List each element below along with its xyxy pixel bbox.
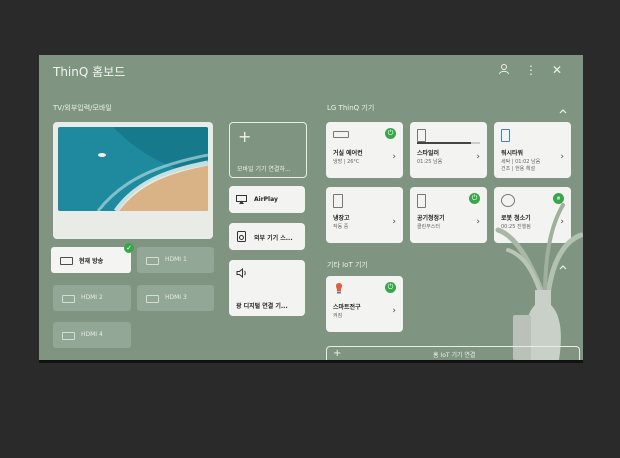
close-icon[interactable]: ✕ [550, 63, 564, 77]
hdmi-icon [62, 332, 75, 340]
device-status: 세탁 | 01:02 남음 [501, 159, 541, 165]
hdmi-icon [146, 295, 159, 303]
power-icon[interactable]: ⏻ [385, 282, 396, 293]
bulb-icon [335, 283, 343, 294]
source-current-broadcast[interactable]: 현재 방송 ✓ [51, 243, 134, 273]
device-status: 냉방 | 26°C [333, 159, 360, 165]
source-label: HDMI 4 [81, 331, 103, 338]
collapse-lg-icon[interactable] [559, 108, 567, 114]
speaker-icon [237, 231, 246, 242]
air-purifier-icon [417, 194, 426, 208]
device-status: 켜짐 [333, 313, 343, 319]
device-name: 스타일러 [417, 150, 440, 157]
device-card-aircon[interactable]: ⏻ 거실 에어컨 냉방 | 26°C › [326, 122, 403, 178]
power-icon[interactable]: ⏻ [469, 193, 480, 204]
source-label: HDMI 1 [165, 256, 187, 263]
airplay-icon [236, 195, 247, 204]
add-icon: + [238, 127, 252, 146]
device-name: 공기청정기 [417, 215, 445, 222]
device-card-washtower[interactable]: 워시타워 세탁 | 01:02 남음 건조 | 헌용 헤설 › [494, 122, 571, 178]
tv-icon [60, 257, 73, 265]
device-status: 작동 중 [333, 224, 349, 230]
airplay-button[interactable]: AirPlay [229, 186, 305, 213]
device-card-air-purifier[interactable]: ⏻ 공기청정기 클린부스터 › [410, 187, 487, 243]
source-hdmi1[interactable]: HDMI 1 [137, 247, 214, 273]
page-title: ThinQ 홈보드 [53, 65, 126, 79]
device-status: 클린부스터 [417, 224, 441, 230]
device-status: 01:25 남음 [417, 159, 443, 165]
mobile-connect-card[interactable]: + 모바일 기기 연결하... [229, 122, 307, 178]
chevron-right-icon: › [476, 152, 480, 162]
beach-preview-image [58, 127, 208, 211]
mobile-connect-label: 모바일 기기 연결하... [237, 166, 291, 173]
section-lg-label: LG ThinQ 기기 [327, 104, 375, 112]
user-icon[interactable] [497, 63, 511, 77]
device-card-smart-bulb[interactable]: ⏻ 스마트전구 켜짐 › [326, 276, 403, 332]
section-tv-label: TV/외부입력/모바일 [53, 104, 112, 112]
tv-bezel-bottom [39, 360, 583, 363]
device-name: 스마트전구 [333, 304, 361, 311]
power-icon[interactable]: ⏻ [385, 128, 396, 139]
decorative-plant-image [495, 203, 583, 360]
source-label: 현재 방송 [79, 258, 104, 265]
airplay-label: AirPlay [254, 196, 278, 203]
external-device-button[interactable]: 외부 기기 스... [229, 223, 305, 250]
styler-icon [417, 129, 426, 142]
chevron-right-icon: › [392, 217, 396, 227]
tv-screen: ThinQ 홈보드 ⋮ ✕ TV/외부입력/모바일 LG ThinQ 기기 현재… [39, 55, 583, 360]
source-label: HDMI 2 [81, 294, 103, 301]
external-device-label: 외부 기기 스... [254, 235, 293, 242]
check-icon: ✓ [124, 243, 134, 253]
add-iot-device-button[interactable]: + 홈 IoT 기기 연결 [326, 346, 580, 360]
refrigerator-icon [333, 194, 343, 208]
device-card-refrigerator[interactable]: 냉장고 작동 중 › [326, 187, 403, 243]
washtower-icon [501, 129, 510, 142]
chevron-right-icon: › [392, 306, 396, 316]
optical-connect-card[interactable]: 광 디지털 연결 기... [229, 260, 305, 316]
add-iot-label: 홈 IoT 기기 연결 [433, 352, 476, 359]
source-label: HDMI 3 [165, 294, 187, 301]
source-hdmi2[interactable]: HDMI 2 [53, 285, 131, 311]
chevron-right-icon: › [560, 152, 564, 162]
more-vert-icon[interactable]: ⋮ [524, 63, 538, 77]
tv-preview[interactable] [53, 122, 213, 239]
optical-label: 광 디지털 연결 기... [236, 303, 288, 310]
add-icon: + [333, 348, 342, 359]
device-card-styler[interactable]: 스타일러 01:25 남음 › [410, 122, 487, 178]
device-name: 워시타워 [501, 150, 524, 157]
source-hdmi3[interactable]: HDMI 3 [137, 285, 214, 311]
air-conditioner-icon [333, 131, 349, 138]
chevron-right-icon: › [476, 217, 480, 227]
device-status-secondary: 건조 | 헌용 헤설 [501, 166, 536, 172]
device-name: 냉장고 [333, 215, 350, 222]
hdmi-icon [146, 257, 159, 265]
section-other-label: 기타 IoT 기기 [327, 261, 368, 269]
progress-bar [417, 142, 480, 144]
chevron-right-icon: › [392, 152, 396, 162]
source-hdmi4[interactable]: HDMI 4 [53, 322, 131, 348]
hdmi-icon [62, 295, 75, 303]
volume-icon [236, 268, 246, 278]
device-name: 거실 에어컨 [333, 150, 363, 157]
